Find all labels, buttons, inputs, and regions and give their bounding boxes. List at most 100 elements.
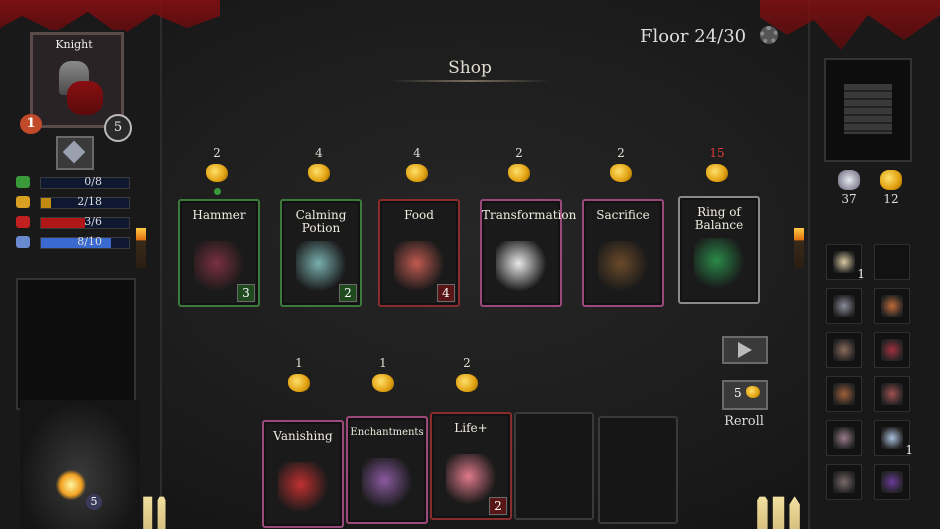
inventory-count: 1 <box>905 443 913 457</box>
inventory-slot[interactable] <box>874 332 910 368</box>
item-price: 2 <box>617 146 625 160</box>
card-count-badge: 4 <box>437 284 455 302</box>
gold-nugget-icon <box>706 164 728 182</box>
card-art <box>362 458 412 508</box>
item-price: 1 <box>295 356 303 370</box>
reroll-button[interactable]: 5 <box>722 380 768 410</box>
gold-nugget-icon <box>308 164 330 182</box>
card-name: Transformation <box>482 208 577 222</box>
inventory-slot[interactable]: 1 <box>874 420 913 457</box>
inventory-slot[interactable] <box>874 244 910 280</box>
card-count-badge: 2 <box>489 497 507 515</box>
shop-card[interactable]: Ring of Balance <box>678 196 760 304</box>
stat-icon <box>16 176 30 188</box>
shop-card[interactable]: Calming Potion 2 <box>280 199 362 307</box>
inventory-slot[interactable] <box>874 464 910 500</box>
stat-row: 2/18 <box>16 194 130 210</box>
right-torch <box>794 228 804 268</box>
inventory-count: 1 <box>857 267 865 281</box>
floor-indicator: Floor 24/30 <box>640 26 747 47</box>
stat-icon <box>16 216 30 228</box>
gold-nugget-icon <box>456 374 478 392</box>
card-art <box>496 241 546 291</box>
inventory-slot[interactable] <box>826 332 862 368</box>
spider-icon <box>881 471 903 493</box>
shop-card[interactable]: Hammer 3 <box>178 199 260 307</box>
hero-left-badge: 1 <box>20 114 42 134</box>
stat-value: 0/8 <box>84 175 102 188</box>
card-art <box>598 241 648 291</box>
item-price: 1 <box>379 356 387 370</box>
gauntlet-icon <box>62 140 86 164</box>
reroll-cost: 5 <box>734 386 742 400</box>
flask-icon <box>833 427 855 449</box>
card-art <box>694 238 744 288</box>
stat-row: 8/10 <box>16 234 130 250</box>
hero-level-badge: 5 <box>104 114 132 142</box>
arrow-right-icon <box>738 342 752 358</box>
shop-card[interactable]: Food 4 <box>378 199 460 307</box>
card-count-badge: 2 <box>339 284 357 302</box>
currency-amount: 12 <box>883 192 899 206</box>
gold-nugget-icon <box>372 374 394 392</box>
left-empty-panel <box>16 278 136 410</box>
upgrade-card[interactable]: Life+ 2 <box>430 412 512 520</box>
inventory-slot[interactable] <box>874 376 910 412</box>
bone-icon <box>833 251 855 273</box>
empty-card-slot <box>598 416 678 524</box>
stat-icon <box>16 196 30 208</box>
inventory-slot[interactable] <box>874 288 910 324</box>
title-underline <box>390 80 550 82</box>
item-price: 2 <box>213 146 221 160</box>
shop-title: Shop <box>448 58 492 78</box>
inventory-slot[interactable] <box>826 420 862 456</box>
left-torch <box>136 228 146 268</box>
shop-card[interactable]: Transformation <box>480 199 577 307</box>
gold-nugget-icon <box>508 164 530 182</box>
item-price: 4 <box>315 146 323 160</box>
currency-amount: 37 <box>841 192 857 206</box>
inventory-slot[interactable] <box>826 376 862 412</box>
inventory-slot[interactable]: 1 <box>826 244 865 281</box>
next-button[interactable] <box>722 336 768 364</box>
silver-ore-icon <box>838 170 860 190</box>
scythe-icon <box>881 339 903 361</box>
card-name: Enchantments <box>350 427 424 438</box>
demon-altar <box>20 400 140 529</box>
gold-nugget-icon <box>288 374 310 392</box>
card-name: Sacrifice <box>596 208 650 222</box>
fire-icon <box>56 470 86 500</box>
item-price: 2 <box>515 146 523 160</box>
gold-nugget-icon <box>206 164 228 182</box>
hero-name: Knight <box>55 38 93 51</box>
meat-icon <box>833 383 855 405</box>
card-name: Food <box>404 208 434 222</box>
game-screen: Knight 1 5 0/8 2/18 3/6 8/10 5 Shop Floor 2… <box>0 0 940 529</box>
gold-nugget-icon <box>406 164 428 182</box>
card-art <box>278 462 328 512</box>
equipment-slot-button[interactable] <box>56 136 94 170</box>
inventory-slot[interactable] <box>826 288 862 324</box>
altar-value: 5 <box>86 494 102 510</box>
hammer-icon <box>833 339 855 361</box>
upgrade-card[interactable]: Enchantments <box>346 416 428 524</box>
inventory-slot[interactable] <box>826 464 862 500</box>
candle-icon <box>757 488 800 529</box>
card-name: Life+ <box>454 421 488 435</box>
gear-icon[interactable] <box>760 26 778 44</box>
coin-stack-icon <box>844 84 892 134</box>
stat-row: 3/6 <box>16 214 130 230</box>
card-name: Hammer <box>192 208 246 222</box>
card-count-badge: 3 <box>237 284 255 302</box>
blood-splatter <box>67 81 103 115</box>
stat-value: 3/6 <box>84 215 102 228</box>
axe-icon <box>833 295 855 317</box>
sack-icon <box>881 383 903 405</box>
shop-card[interactable]: Sacrifice <box>582 199 664 307</box>
stat-value: 8/10 <box>77 235 102 248</box>
item-price: 15 <box>709 146 725 160</box>
upgrade-card[interactable]: Vanishing <box>262 420 344 528</box>
feather-icon <box>881 427 903 449</box>
affordable-dot-indicator <box>214 188 221 195</box>
gold-nugget-icon <box>880 170 902 190</box>
